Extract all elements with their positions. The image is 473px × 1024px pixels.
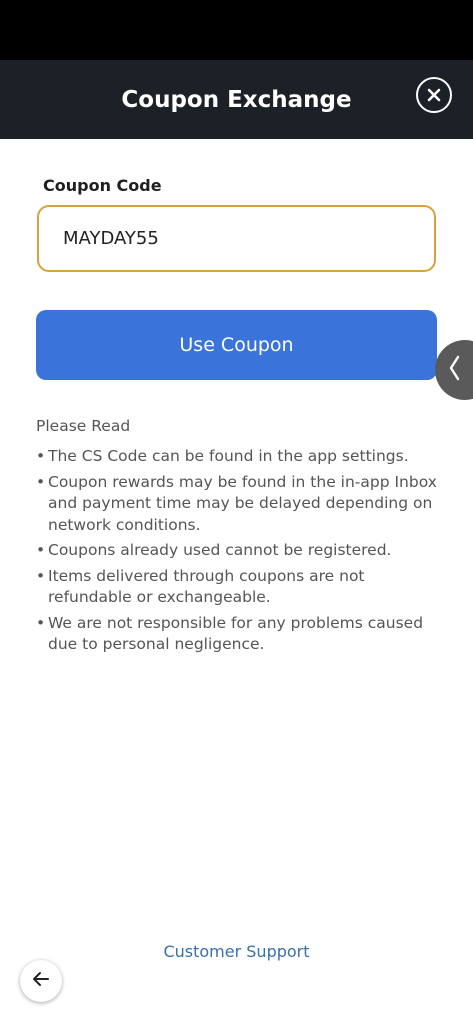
side-drawer-tab[interactable] — [435, 340, 473, 400]
notice-list: • The CS Code can be found in the app se… — [36, 446, 446, 660]
customer-support-link[interactable]: Customer Support — [0, 941, 473, 963]
notice-item-text: The CS Code can be found in the app sett… — [48, 447, 409, 465]
notice-item: • Coupons already used cannot be registe… — [36, 540, 446, 562]
notice-item-text: We are not responsible for any problems … — [48, 613, 424, 654]
use-coupon-button[interactable]: Use Coupon — [36, 310, 437, 380]
bullet: • — [36, 566, 46, 585]
close-icon — [427, 88, 441, 102]
bullet: • — [36, 472, 46, 491]
bullet: • — [36, 541, 46, 559]
notice-item: • Items delivered through coupons are no… — [36, 566, 446, 609]
notice-item-text: Items delivered through coupons are not … — [48, 566, 365, 607]
notice-item-text: Coupon rewards may be found in the in-ap… — [48, 472, 437, 534]
notice-title: Please Read — [36, 417, 131, 435]
coupon-exchange-screen: Coupon Exchange Coupon Code Use Coupon P… — [0, 0, 473, 1024]
coupon-code-input[interactable] — [37, 205, 436, 272]
bullet: • — [36, 613, 46, 632]
notice-item: • Coupon rewards may be found in the in-… — [36, 472, 446, 537]
notice-item-text: Coupons already used cannot be registere… — [48, 541, 392, 559]
status-bar — [0, 0, 473, 60]
chevron-left-icon — [447, 354, 461, 386]
notice-item: • The CS Code can be found in the app se… — [36, 446, 446, 468]
back-arrow-icon — [32, 971, 50, 991]
close-button[interactable] — [416, 77, 452, 113]
notice-item: • We are not responsible for any problem… — [36, 613, 446, 656]
bullet: • — [36, 447, 46, 465]
coupon-code-label: Coupon Code — [43, 176, 162, 195]
header-bar: Coupon Exchange — [0, 60, 473, 139]
back-button[interactable] — [20, 960, 62, 1002]
page-title: Coupon Exchange — [121, 87, 352, 113]
